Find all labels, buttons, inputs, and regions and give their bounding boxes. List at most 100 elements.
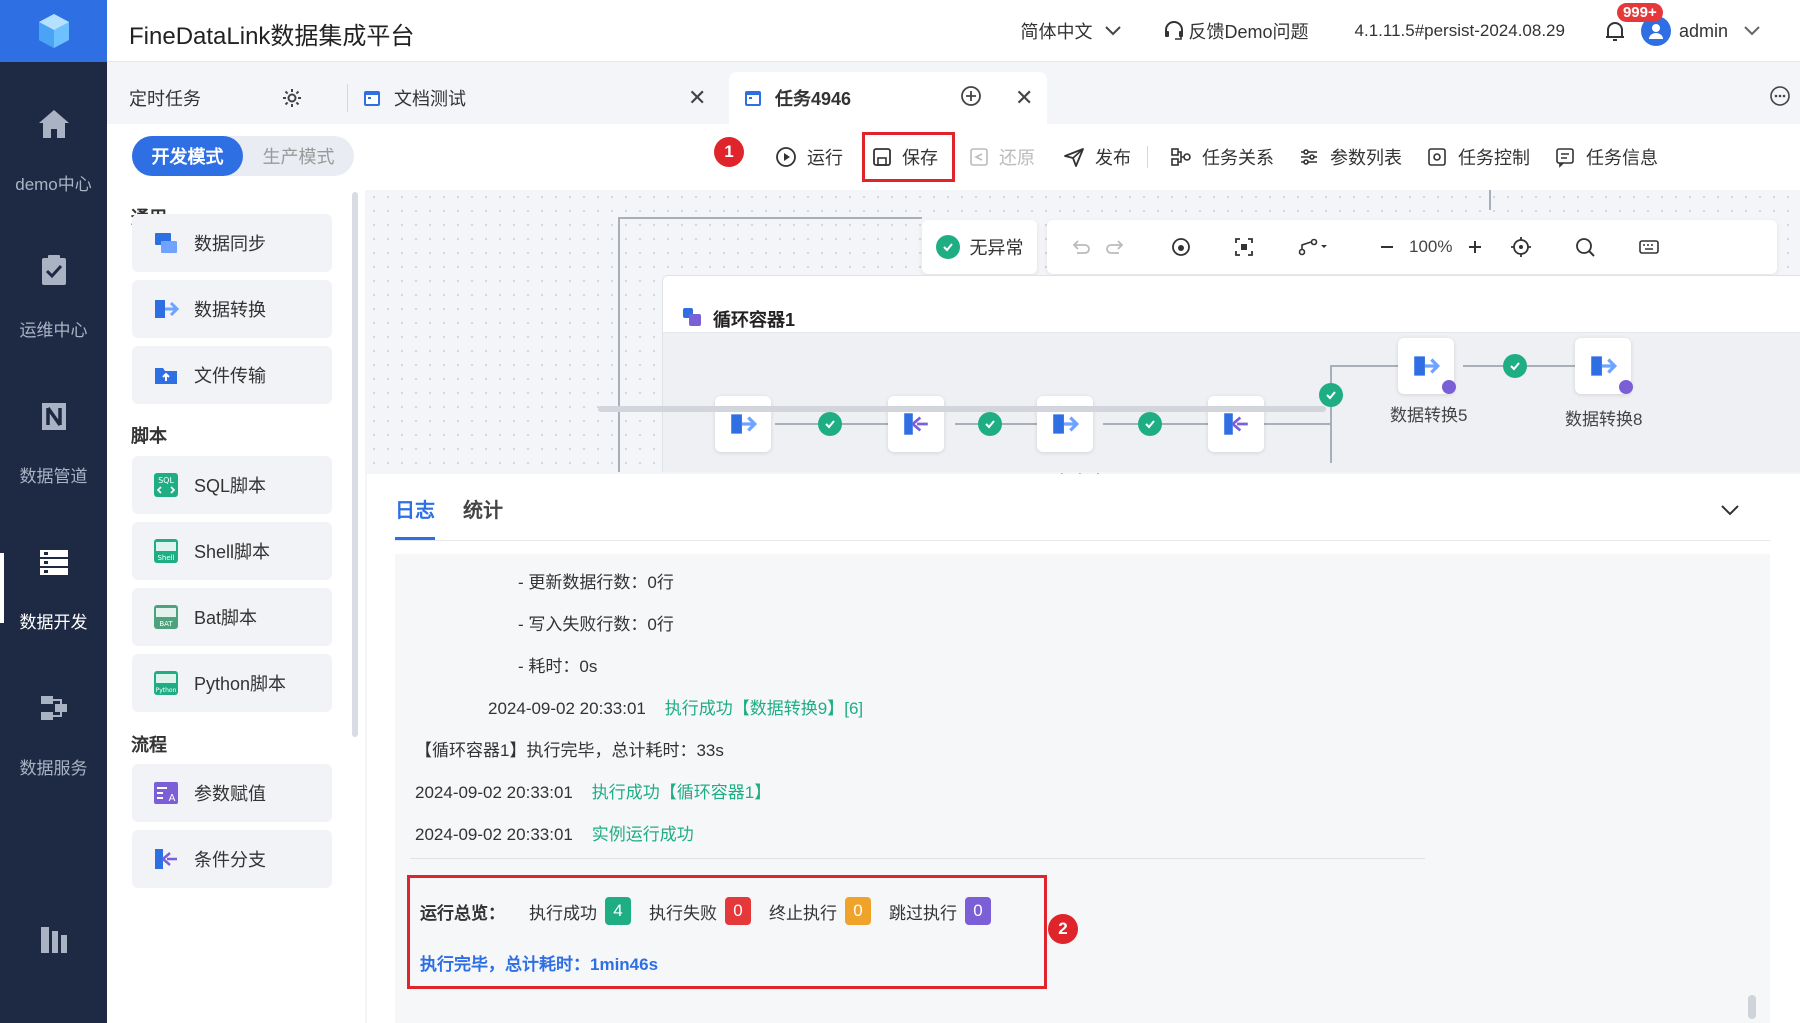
- chevron-down-icon: [1744, 26, 1760, 36]
- tab-task-4946[interactable]: 任务4946 ✕: [729, 72, 1047, 124]
- svg-text:Python: Python: [156, 687, 177, 694]
- language-select[interactable]: 简体中文: [1021, 18, 1123, 44]
- task-control-button[interactable]: 任务控制: [1426, 124, 1530, 190]
- step-marker-1: 1: [714, 137, 744, 167]
- user-name: admin: [1678, 20, 1728, 41]
- calendar-icon: [364, 91, 380, 106]
- close-icon[interactable]: ✕: [688, 85, 706, 111]
- component-python-script[interactable]: Python Python脚本: [132, 654, 332, 712]
- feedback-label: 反馈Demo问题: [1188, 22, 1309, 42]
- component-label: 参数赋值: [194, 784, 266, 804]
- skip-label: 跳过执行: [889, 903, 957, 923]
- tab-label: 任务4946: [775, 89, 852, 109]
- flow-node[interactable]: [715, 396, 771, 452]
- branch-icon: [904, 413, 928, 435]
- redo-icon[interactable]: [1105, 220, 1127, 274]
- flow-node[interactable]: [1037, 396, 1093, 452]
- run-button[interactable]: 运行: [775, 124, 843, 190]
- data-transform-icon: [1591, 356, 1618, 376]
- prod-mode-button[interactable]: 生产模式: [243, 136, 354, 176]
- left-nav: demo中心 运维中心 数据管道 数据开发 数据服务: [0, 0, 107, 1023]
- publish-button[interactable]: 发布: [1063, 124, 1131, 190]
- chevron-down-icon[interactable]: [1719, 503, 1741, 517]
- flow-canvas[interactable]: 无异常 100% 循环容器1 数据转换5 数据转换8: [367, 190, 1800, 472]
- status-indicator[interactable]: 无异常: [922, 220, 1037, 274]
- success-check-icon: [818, 412, 842, 436]
- component-data-sync[interactable]: 数据同步: [132, 214, 332, 272]
- task-info-button[interactable]: 任务信息: [1554, 124, 1658, 190]
- nav-label: 数据开发: [19, 612, 88, 632]
- stack-icon: [39, 549, 68, 575]
- data-transform-icon: [155, 300, 180, 318]
- keyboard-icon[interactable]: [1638, 220, 1660, 274]
- feedback-link[interactable]: 反馈Demo问题: [1163, 18, 1309, 44]
- dev-mode-button[interactable]: 开发模式: [132, 136, 243, 176]
- nav-label: 数据管道: [19, 466, 88, 486]
- sliders-icon: [1301, 149, 1317, 165]
- canvas-hscrollbar[interactable]: [598, 406, 1326, 412]
- component-condition-branch[interactable]: 条件分支: [132, 830, 332, 888]
- tab-doc-test[interactable]: 文档测试 ✕: [362, 72, 707, 124]
- save-icon: [873, 148, 891, 166]
- zoom-level: 100%: [1409, 237, 1453, 256]
- publish-label: 发布: [1095, 148, 1131, 168]
- component-shell-script[interactable]: Shell Shell脚本: [132, 522, 332, 580]
- section-title: 脚本: [131, 426, 167, 446]
- user-icon: [1648, 24, 1663, 39]
- undo-icon[interactable]: [1069, 220, 1091, 274]
- component-data-transform[interactable]: 数据转换: [132, 280, 332, 338]
- component-label: Bat脚本: [194, 608, 258, 628]
- add-tab-icon[interactable]: [960, 85, 982, 107]
- panel-scrollbar[interactable]: [352, 192, 358, 737]
- chevron-down-icon: [1104, 26, 1121, 36]
- nav-item-service[interactable]: 数据服务: [0, 659, 107, 809]
- fit-view-icon[interactable]: [1233, 220, 1255, 274]
- restore-icon: [970, 148, 988, 166]
- task-relations-button[interactable]: 任务关系: [1170, 124, 1274, 190]
- component-sql-script[interactable]: SQL SQL脚本: [132, 456, 332, 514]
- zoom-in-icon[interactable]: [1465, 220, 1485, 274]
- summary-label: 运行总览：: [420, 903, 505, 923]
- param-list-button[interactable]: 参数列表: [1298, 124, 1402, 190]
- log-scrollbar[interactable]: [1748, 995, 1756, 1019]
- success-check-icon: [1503, 354, 1527, 378]
- search-icon[interactable]: [1574, 220, 1596, 274]
- app-logo[interactable]: [0, 0, 107, 62]
- tab-scheduled[interactable]: 定时任务: [129, 72, 304, 124]
- nav-item-demo[interactable]: demo中心: [0, 75, 107, 225]
- canvas-toolbar: 100%: [1047, 220, 1777, 274]
- data-transform-icon: [1053, 414, 1080, 434]
- component-param-assign[interactable]: A 参数赋值: [132, 764, 332, 822]
- log-line: 2024-09-02 20:33:01 实例运行成功: [415, 820, 694, 845]
- nav-item-more[interactable]: [0, 900, 107, 980]
- nav-item-ops[interactable]: 运维中心: [0, 221, 107, 371]
- gear-icon[interactable]: [281, 87, 303, 109]
- tab-stats[interactable]: 统计: [463, 494, 503, 540]
- loop-container[interactable]: 循环容器1 数据转换5 数据转换8: [662, 275, 1800, 472]
- flow-node[interactable]: [1208, 396, 1264, 452]
- layout-dropdown[interactable]: [1297, 220, 1329, 274]
- nav-item-pipeline[interactable]: 数据管道: [0, 367, 107, 517]
- component-file-transfer[interactable]: 文件传输: [132, 346, 332, 404]
- close-icon[interactable]: ✕: [1015, 85, 1033, 111]
- notifications-button[interactable]: 999+: [1603, 3, 1663, 43]
- save-button[interactable]: 保存: [872, 124, 938, 190]
- user-menu[interactable]: admin: [1640, 16, 1762, 46]
- stop-count-badge: 0: [845, 897, 871, 925]
- component-bat-script[interactable]: BAT Bat脚本: [132, 588, 332, 646]
- restore-button[interactable]: 还原: [969, 124, 1035, 190]
- nav-item-dev[interactable]: 数据开发: [0, 513, 107, 663]
- node-status-dot: [1619, 380, 1633, 394]
- data-sync-icon: [155, 233, 177, 253]
- data-transform-icon: [1414, 356, 1441, 376]
- tab-log[interactable]: 日志: [395, 494, 435, 540]
- bat-icon: BAT: [154, 605, 178, 629]
- zoom-out-icon[interactable]: [1377, 220, 1397, 274]
- node-status-dot: [1442, 380, 1456, 394]
- control-icon: [1428, 148, 1446, 166]
- document-icon: [1556, 148, 1574, 168]
- more-icon[interactable]: [1769, 85, 1791, 107]
- locate-icon[interactable]: [1510, 220, 1532, 274]
- eye-icon[interactable]: [1170, 220, 1192, 274]
- flow-node[interactable]: [888, 396, 944, 452]
